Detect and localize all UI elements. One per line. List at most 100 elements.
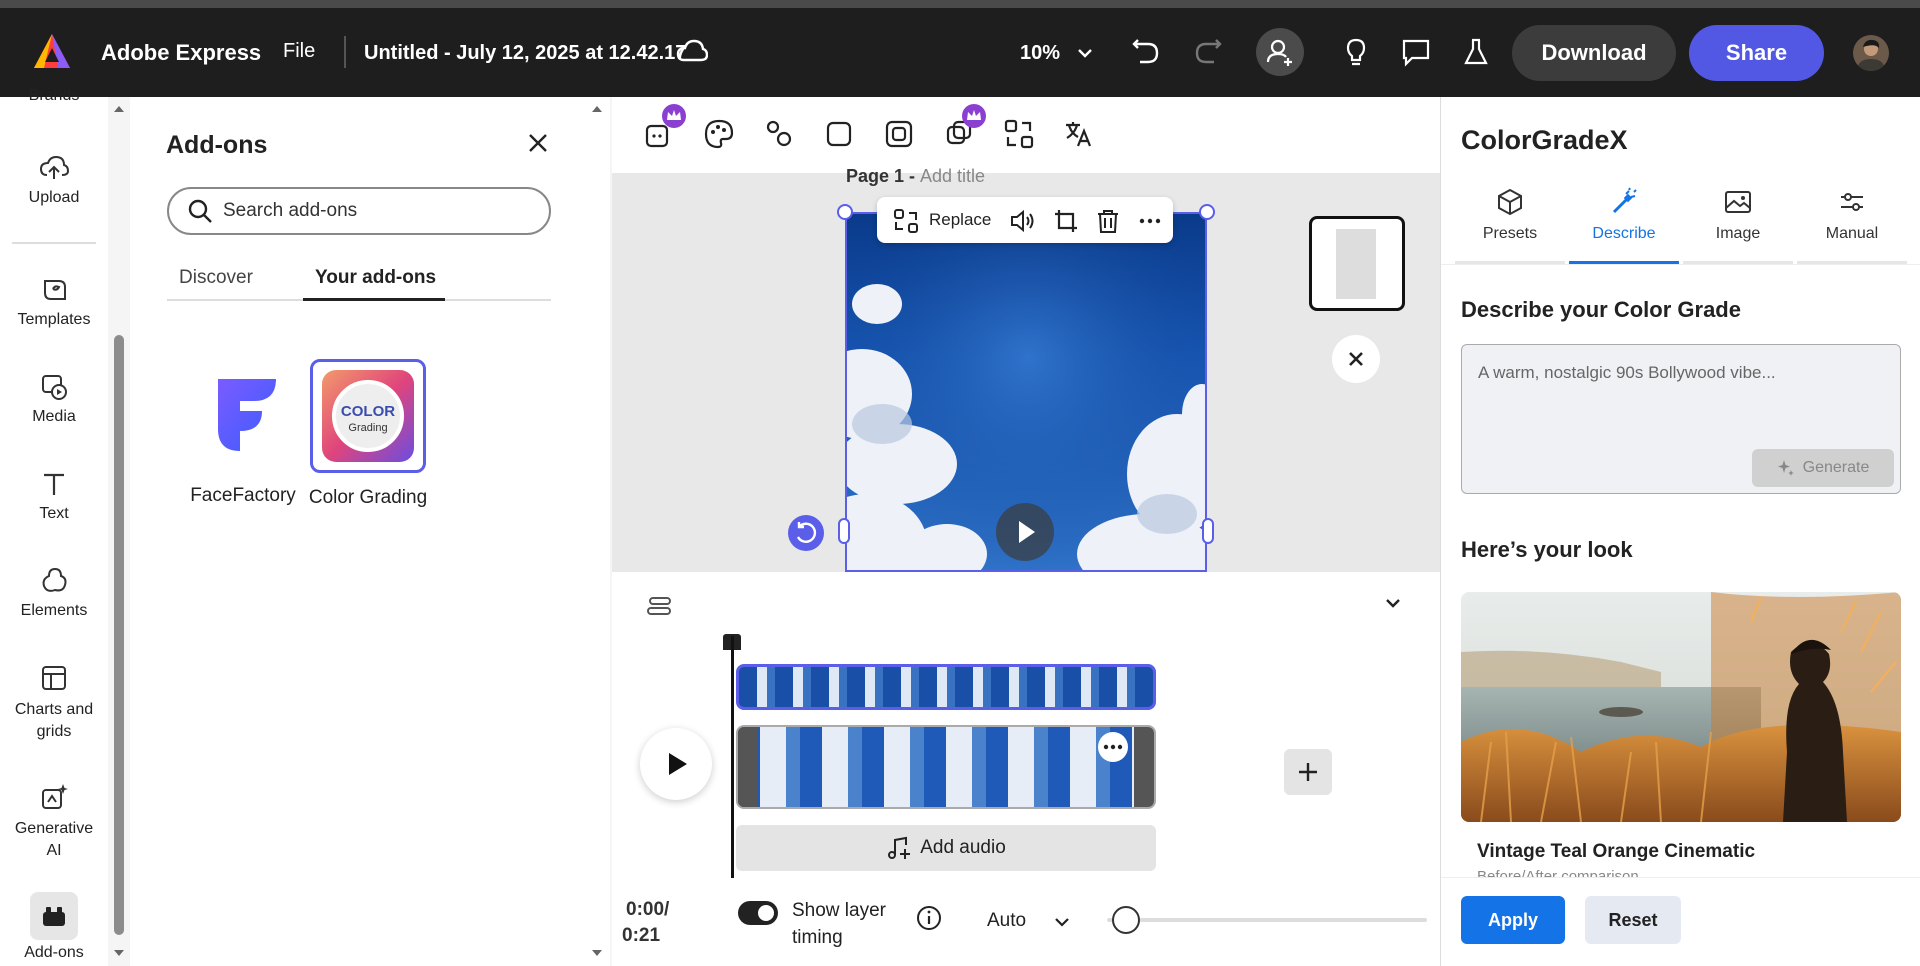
zoom-level[interactable]: 10% — [1020, 42, 1060, 65]
apply-button[interactable]: Apply — [1461, 896, 1565, 944]
active-tab-indicator — [303, 298, 445, 301]
zoom-slider-track[interactable] — [1107, 918, 1427, 922]
generative-ai-icon — [42, 784, 68, 809]
timeline-track-video[interactable] — [736, 725, 1156, 809]
avatar[interactable] — [1853, 35, 1889, 71]
reset-animation-button[interactable] — [788, 515, 824, 551]
templates-icon — [44, 280, 66, 300]
undo-icon[interactable] — [1130, 36, 1162, 68]
close-icon[interactable] — [526, 131, 550, 155]
rail-item-templates[interactable]: Templates — [0, 275, 108, 329]
speed-select[interactable]: Auto — [987, 910, 1026, 932]
scroll-up-icon[interactable] — [590, 104, 604, 114]
invite-collaborator-button[interactable] — [1256, 28, 1304, 76]
chevron-down-icon[interactable] — [1076, 44, 1094, 62]
trim-handle-end[interactable] — [1134, 727, 1154, 807]
add-ons-scrollbar[interactable] — [590, 100, 604, 966]
rail-item-text[interactable]: Text — [0, 469, 108, 523]
timeline-layers-icon[interactable] — [646, 594, 676, 618]
tab-your-add-ons[interactable]: Your add-ons — [315, 267, 436, 289]
resize-handle[interactable] — [837, 204, 853, 220]
resize-handle[interactable] — [838, 518, 850, 544]
effects-icon[interactable] — [762, 117, 796, 151]
cloud-icon[interactable] — [676, 38, 708, 66]
search-input[interactable]: Search add-ons — [167, 187, 551, 235]
redo-icon[interactable] — [1192, 36, 1224, 68]
look-preview-image[interactable] — [1461, 592, 1901, 822]
rail-item-generative-ai[interactable]: Generative AI — [0, 782, 108, 862]
scrollbar-thumb[interactable] — [114, 335, 124, 935]
add-title-placeholder[interactable]: Add title — [920, 166, 985, 186]
chevron-down-icon[interactable] — [1052, 912, 1072, 932]
color-grading-logo-text: COLOR — [340, 403, 396, 420]
download-button[interactable]: Download — [1512, 25, 1676, 81]
clip-more-button[interactable] — [1098, 732, 1128, 762]
replace-button[interactable]: Replace — [929, 210, 991, 230]
add-on-facefactory[interactable]: FaceFactory — [168, 359, 318, 507]
lightbulb-icon[interactable] — [1340, 36, 1372, 68]
add-audio-button[interactable]: Add audio — [736, 825, 1156, 871]
add-on-color-grading[interactable]: COLOR Grading Color Grading — [298, 359, 438, 513]
timeline-play-button[interactable] — [640, 728, 712, 800]
scroll-down-icon[interactable] — [112, 948, 126, 958]
playhead[interactable] — [731, 636, 734, 878]
chevron-down-icon[interactable] — [1382, 592, 1404, 614]
tab-image[interactable]: Image — [1683, 187, 1793, 243]
file-menu[interactable]: File — [283, 40, 315, 63]
rotate-left-icon — [796, 522, 817, 543]
palette-icon[interactable] — [702, 117, 736, 151]
show-layer-timing-toggle[interactable] — [738, 901, 778, 925]
resize-handle[interactable] — [1202, 518, 1214, 544]
shape-icon[interactable] — [822, 117, 856, 151]
facefactory-logo-icon — [218, 379, 276, 451]
resize-handle[interactable] — [1199, 204, 1215, 220]
info-icon[interactable] — [916, 905, 942, 931]
comment-icon[interactable] — [1400, 36, 1432, 68]
rail-item-brands[interactable]: Brands — [0, 87, 108, 105]
document-title[interactable]: Untitled - July 12, 2025 at 12.42.17 — [364, 42, 686, 65]
adobe-express-logo-icon[interactable] — [32, 32, 72, 72]
rail-label: Media — [32, 408, 76, 425]
more-icon — [1103, 744, 1123, 750]
crop-icon[interactable] — [1053, 208, 1079, 234]
search-icon — [188, 199, 212, 223]
translate-icon[interactable] — [1062, 117, 1096, 151]
replace-icon[interactable] — [893, 208, 919, 234]
rail-item-upload[interactable]: Upload — [0, 153, 108, 207]
more-icon[interactable] — [1137, 208, 1163, 234]
add-on-name: FaceFactory — [190, 485, 296, 506]
flask-icon[interactable] — [1460, 36, 1492, 68]
add-scene-button[interactable] — [1284, 749, 1332, 795]
color-grading-logo-subtext: Grading — [348, 422, 388, 434]
describe-input[interactable]: A warm, nostalgic 90s Bollywood vibe... … — [1461, 344, 1901, 494]
resize-icon[interactable] — [1002, 117, 1036, 151]
search-placeholder: Search add-ons — [223, 200, 358, 221]
tab-presets[interactable]: Presets — [1455, 187, 1565, 243]
timeline-track-overlay[interactable] — [736, 664, 1156, 710]
trim-handle-start[interactable] — [738, 727, 758, 807]
rail-item-add-ons-highlight — [30, 892, 78, 940]
reset-button[interactable]: Reset — [1585, 896, 1681, 944]
tab-describe[interactable]: Describe — [1569, 187, 1679, 243]
rail-item-charts[interactable]: Charts and grids — [0, 663, 108, 743]
timeline-panel: Add audio 0:00/ 0:21 Show layer timing A… — [612, 572, 1440, 966]
left-rail-scrollbar[interactable] — [112, 100, 126, 966]
scroll-up-icon[interactable] — [112, 104, 126, 114]
canvas-play-button[interactable] — [996, 503, 1054, 561]
rail-item-media[interactable]: Media — [0, 372, 108, 426]
share-button[interactable]: Share — [1689, 25, 1824, 81]
volume-icon[interactable] — [1009, 208, 1035, 234]
rail-item-elements[interactable]: Elements — [0, 566, 108, 620]
close-pages-button[interactable] — [1332, 335, 1380, 383]
tab-manual[interactable]: Manual — [1797, 187, 1907, 243]
page-thumbnail[interactable] — [1309, 216, 1405, 311]
trash-icon[interactable] — [1095, 208, 1121, 234]
tab-discover[interactable]: Discover — [179, 267, 253, 289]
tab-label: Image — [1715, 225, 1761, 242]
rail-item-add-ons[interactable]: Add-ons — [0, 892, 108, 962]
generate-button[interactable]: Generate — [1752, 449, 1894, 487]
zoom-slider-thumb[interactable] — [1112, 906, 1140, 934]
mask-icon[interactable] — [882, 117, 916, 151]
scroll-down-icon[interactable] — [590, 948, 604, 958]
divider — [12, 242, 96, 244]
